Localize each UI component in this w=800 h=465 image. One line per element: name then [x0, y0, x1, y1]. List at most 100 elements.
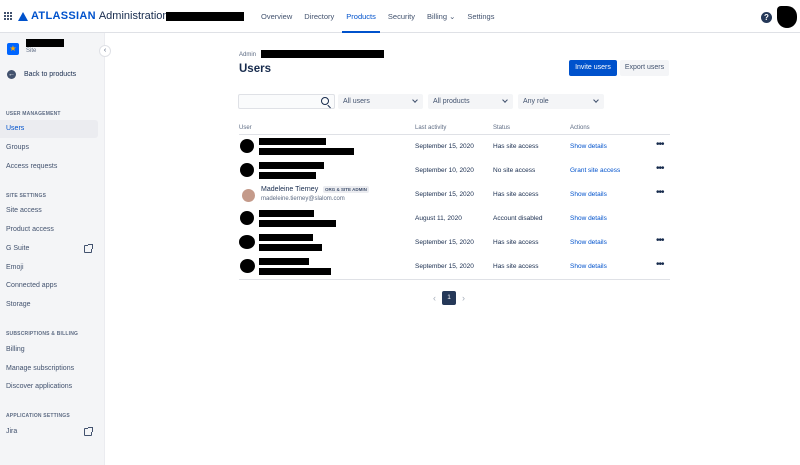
column-last-activity[interactable]: Last activity [415, 125, 446, 131]
next-page-icon[interactable]: › [462, 293, 465, 303]
sidebar-item-discover-applications[interactable]: Discover applications [0, 378, 98, 396]
page-title: Users [239, 63, 271, 75]
sidebar-item-site-access[interactable]: Site access [0, 202, 98, 220]
section-subscriptions-billing: SUBSCRIPTIONS & BILLING [6, 331, 79, 337]
sidebar-item-product-access[interactable]: Product access [0, 221, 98, 239]
role-filter-select[interactable]: Any role [518, 94, 604, 109]
products-filter-select[interactable]: All products [428, 94, 513, 109]
sidebar-item-jira[interactable]: Jira [0, 423, 98, 441]
sidebar-item-storage[interactable]: Storage [0, 296, 98, 314]
redacted-org-name [166, 12, 244, 21]
nav-overview[interactable]: Overview [255, 0, 298, 33]
back-arrow-icon: ← [7, 70, 16, 79]
help-icon[interactable]: ? [761, 12, 772, 23]
nav-products[interactable]: Products [340, 0, 382, 33]
sidebar-item-billing[interactable]: Billing [0, 341, 98, 359]
export-users-button[interactable]: Export users [620, 60, 669, 76]
show-details-link[interactable]: Show details [570, 239, 607, 246]
main-content: Admin Users Invite users Export users Al… [105, 33, 800, 465]
search-icon [321, 97, 329, 105]
top-nav-bar: ATLASSIAN Administration Overview Direct… [0, 0, 800, 33]
nav-directory[interactable]: Directory [298, 0, 340, 33]
sidebar-item-connected-apps[interactable]: Connected apps [0, 277, 98, 295]
user-name[interactable]: Madeleine Tierney [261, 186, 318, 193]
redacted-breadcrumb [345, 50, 384, 58]
search-input[interactable] [238, 94, 335, 109]
products-filter-value: All products [433, 98, 470, 105]
app-switcher-icon[interactable] [4, 12, 12, 20]
brand-name: ATLASSIAN [31, 10, 96, 22]
last-activity: September 15, 2020 [415, 263, 474, 270]
product-name: Administration [98, 10, 169, 22]
table-row: September 15, 2020 Has site access Show … [239, 255, 670, 279]
chevron-down-icon [593, 97, 599, 103]
last-activity: September 15, 2020 [415, 191, 474, 198]
avatar [242, 189, 255, 202]
atlassian-logo[interactable]: ATLASSIAN Administration [18, 10, 169, 22]
redacted-email [259, 220, 336, 227]
table-row: Madeleine Tierney ORG & SITE ADMIN madel… [239, 183, 670, 207]
column-user[interactable]: User [239, 125, 252, 131]
g-suite-label: G Suite [6, 245, 30, 252]
users-filter-select[interactable]: All users [338, 94, 423, 109]
show-details-link[interactable]: Show details [570, 263, 607, 270]
redacted-name [259, 162, 324, 169]
sidebar-item-groups[interactable]: Groups [0, 139, 98, 157]
breadcrumb[interactable]: Admin [239, 52, 256, 58]
invite-users-button[interactable]: Invite users [569, 60, 617, 76]
redacted-avatar [240, 139, 254, 153]
collapse-sidebar-button[interactable]: ‹ [99, 45, 111, 57]
redacted-email [259, 268, 331, 275]
nav-settings[interactable]: Settings [461, 0, 500, 33]
pagination: ‹ 1 › [433, 291, 465, 305]
jira-label: Jira [6, 428, 18, 435]
show-details-link[interactable]: Show details [570, 215, 607, 222]
table-row: August 11, 2020 Account disabled Show de… [239, 207, 670, 231]
nav-billing[interactable]: Billing ⌄ [421, 0, 461, 33]
show-details-link[interactable]: Show details [570, 143, 607, 150]
redacted-email [259, 172, 316, 179]
role-badge: ORG & SITE ADMIN [323, 186, 369, 193]
last-activity: August 11, 2020 [415, 215, 462, 222]
redacted-breadcrumb [261, 50, 345, 58]
profile-avatar[interactable] [777, 6, 797, 28]
section-site-settings: SITE SETTINGS [6, 193, 47, 199]
user-email: madeleine.tierney@slalom.com [261, 196, 345, 202]
sidebar: ★ Site ← Back to products USER MANAGEMEN… [0, 33, 105, 465]
grant-site-access-link[interactable]: Grant site access [570, 167, 620, 174]
site-label: Site [26, 48, 37, 54]
back-label: Back to products [24, 71, 77, 78]
redacted-email [259, 244, 322, 251]
redacted-name [259, 234, 313, 241]
more-actions-icon[interactable]: ••• [656, 140, 664, 150]
sidebar-item-access-requests[interactable]: Access requests [0, 158, 98, 176]
last-activity: September 10, 2020 [415, 167, 474, 174]
table-row: September 15, 2020 Has site access Show … [239, 135, 670, 159]
redacted-avatar [239, 235, 255, 249]
redacted-name [259, 210, 314, 217]
sidebar-item-users[interactable]: Users [0, 120, 98, 138]
more-actions-icon[interactable]: ••• [656, 188, 664, 198]
column-actions: Actions [570, 125, 590, 131]
users-filter-value: All users [343, 98, 370, 105]
site-star-icon: ★ [7, 43, 19, 55]
more-actions-icon[interactable]: ••• [656, 260, 664, 270]
show-details-link[interactable]: Show details [570, 191, 607, 198]
redacted-avatar [240, 259, 255, 273]
sidebar-item-emoji[interactable]: Emoji [0, 259, 98, 277]
section-application-settings: APPLICATION SETTINGS [6, 413, 70, 419]
more-actions-icon[interactable]: ••• [656, 236, 664, 246]
previous-page-icon[interactable]: ‹ [433, 293, 436, 303]
sidebar-item-g-suite[interactable]: G Suite [0, 240, 98, 258]
atlassian-mark-icon [18, 11, 28, 21]
back-to-products-link[interactable]: ← Back to products [7, 70, 76, 79]
redacted-site-name [26, 39, 64, 47]
main-nav: Overview Directory Products Security Bil… [255, 0, 500, 33]
page-1-button[interactable]: 1 [442, 291, 456, 305]
nav-security[interactable]: Security [382, 0, 421, 33]
status: Has site access [493, 191, 539, 198]
table-row: September 10, 2020 No site access Grant … [239, 159, 670, 183]
more-actions-icon[interactable]: ••• [656, 164, 664, 174]
sidebar-item-manage-subscriptions[interactable]: Manage subscriptions [0, 360, 98, 378]
column-status[interactable]: Status [493, 125, 510, 131]
